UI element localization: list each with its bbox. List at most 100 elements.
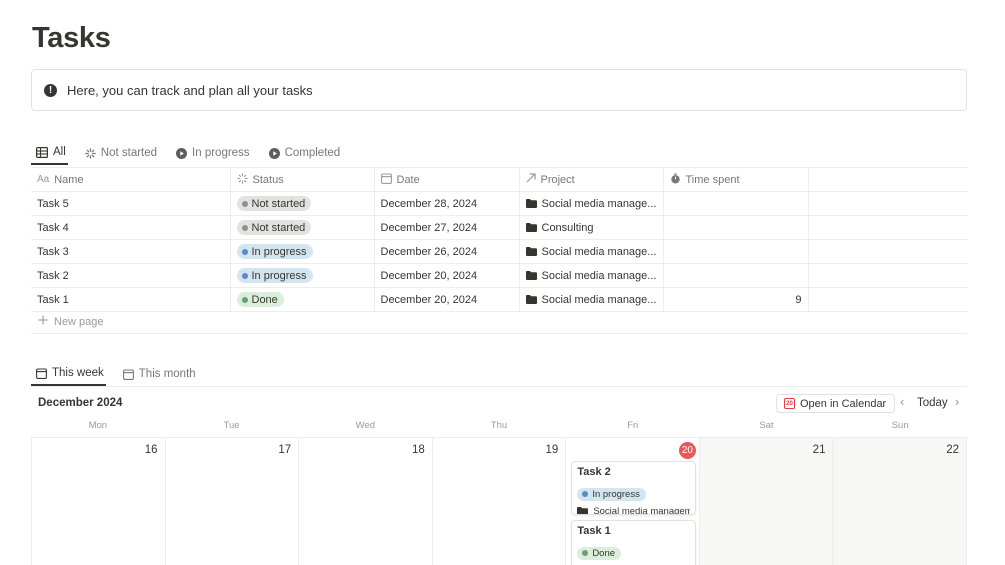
task-date: December 26, 2024 [380, 245, 478, 258]
event-title: Task 1 [577, 525, 611, 537]
calendar-icon [36, 367, 47, 379]
cell-empty [808, 191, 967, 216]
column-label: Project [540, 173, 575, 186]
column-header-add[interactable] [808, 167, 967, 192]
task-name: Task 1 [37, 293, 69, 306]
column-header-name[interactable]: Aa Name [31, 167, 231, 192]
cell-status[interactable]: In progress [230, 239, 375, 264]
calendar-icon: 20 [784, 398, 795, 409]
view-tab-label: All [53, 146, 66, 158]
weekday-label: Tue [223, 420, 240, 431]
cell-status[interactable]: In progress [230, 263, 375, 288]
view-tab-this-week[interactable]: This week [31, 362, 106, 386]
cell-time-spent[interactable] [663, 263, 809, 288]
cell-time-spent[interactable] [663, 191, 809, 216]
cell-date[interactable]: December 28, 2024 [374, 191, 520, 216]
project-relation: Social media manage... [525, 269, 657, 282]
calendar-day-cell[interactable]: 20 Task 2 In progress Social media manageme… [566, 438, 700, 565]
cell-date[interactable]: December 20, 2024 [374, 263, 520, 288]
cell-time-spent[interactable] [663, 239, 809, 264]
status-pill: Done [236, 292, 284, 307]
cell-status[interactable]: Not started [230, 191, 375, 216]
weekday-header: Mon Tue Wed Thu Fri Sat Sun [31, 420, 967, 431]
project-name: Social media manage... [541, 293, 657, 306]
divider [31, 386, 967, 387]
chevron-left-icon[interactable]: ‹ [900, 394, 904, 409]
tasks-table: Aa Name Status Date Project Time spent Ta… [31, 167, 967, 312]
cell-date[interactable]: December 27, 2024 [374, 215, 520, 240]
cell-status[interactable]: Not started [230, 215, 375, 240]
status-pill: In progress [236, 268, 313, 283]
loader-icon [84, 147, 96, 159]
chevron-right-icon[interactable]: › [955, 394, 959, 409]
exclamation-circle-icon: ! [44, 83, 57, 97]
column-header-date[interactable]: Date [374, 167, 520, 192]
cell-name[interactable]: Task 1 [31, 287, 231, 312]
view-tab-completed[interactable]: Completed [264, 141, 343, 165]
view-tab-this-month[interactable]: This month [118, 362, 198, 386]
view-tab-in-progress[interactable]: In progress [171, 141, 252, 165]
folder-icon [525, 199, 537, 208]
task-date: December 28, 2024 [380, 197, 478, 210]
column-header-time-spent[interactable]: Time spent [663, 167, 809, 192]
cell-name[interactable]: Task 2 [31, 263, 231, 288]
new-page-button[interactable]: New page [38, 315, 104, 328]
relation-arrow-icon [526, 173, 536, 186]
calendar-month-label: December 2024 [38, 397, 123, 409]
play-circle-icon [268, 147, 280, 159]
calendar-day-cell[interactable]: 21 [699, 438, 834, 565]
view-tab-not-started[interactable]: Not started [80, 141, 159, 165]
cell-name[interactable]: Task 4 [31, 215, 231, 240]
status-label: Not started [251, 221, 306, 234]
calendar-day-cell[interactable]: 22 [833, 438, 968, 565]
calendar-icon [380, 172, 392, 187]
view-tab-label: This month [138, 368, 196, 380]
cell-empty [808, 215, 967, 240]
view-tab-all[interactable]: All [31, 141, 68, 165]
open-in-calendar-label: Open in Calendar [800, 397, 887, 410]
project-name: Social media manage... [541, 269, 657, 282]
status-dot [582, 550, 589, 556]
open-in-calendar-button[interactable]: 20 Open in Calendar [776, 394, 896, 413]
calendar-event-card[interactable]: Task 1DoneSocial media managemen [571, 520, 697, 565]
calendar-day-cell[interactable]: 18 [299, 438, 433, 565]
table-row[interactable]: Task 2 In progress December 20, 2024 Social… [31, 263, 967, 288]
folder-icon [525, 223, 537, 232]
cell-empty [808, 239, 967, 264]
table-row[interactable]: Task 4 Not started December 27, 2024 Consul… [31, 215, 967, 240]
folder-icon [525, 247, 537, 256]
cell-name[interactable]: Task 3 [31, 239, 231, 264]
cell-time-spent[interactable] [663, 215, 809, 240]
table-row[interactable]: Task 1 Done December 20, 2024 Social media … [31, 287, 967, 312]
calendar-day-cell[interactable]: 16 [32, 438, 166, 565]
table-header-row: Aa Name Status Date Project Time spent [31, 167, 967, 192]
column-header-project[interactable]: Project [519, 167, 664, 192]
table-row[interactable]: Task 5 Not started December 28, 2024 Social… [31, 191, 967, 216]
divider [31, 333, 967, 334]
cell-date[interactable]: December 20, 2024 [374, 287, 520, 312]
weekday-label: Mon [88, 420, 108, 431]
cell-name[interactable]: Task 5 [31, 191, 231, 216]
cell-project[interactable]: Social media manage... [519, 287, 664, 312]
table-row[interactable]: Task 3 In progress December 26, 2024 Social… [31, 239, 967, 264]
cell-project[interactable]: Social media manage... [519, 239, 664, 264]
callout: ! Here, you can track and plan all your … [31, 69, 967, 111]
cell-time-spent[interactable]: 9 [663, 287, 809, 312]
calendar-day-cell[interactable]: 17 [166, 438, 300, 565]
cell-status[interactable]: Done [230, 287, 375, 312]
week-grid: 16 17 18 19 20 Task 2 In progress Social media … [31, 437, 968, 565]
today-button[interactable]: Today [917, 397, 948, 409]
column-header-status[interactable]: Status [230, 167, 375, 192]
cell-empty [808, 263, 967, 288]
view-tab-label: Completed [284, 147, 341, 159]
status-label: Done [592, 547, 616, 559]
calendar-event-card[interactable]: Task 2 In progress Social media managemen [571, 461, 697, 515]
cell-project[interactable]: Social media manage... [519, 191, 664, 216]
calendar-day-cell[interactable]: 19 [433, 438, 567, 565]
cell-project[interactable]: Consulting [519, 215, 664, 240]
status-label: In progress [251, 245, 307, 258]
cell-project[interactable]: Social media manage... [519, 263, 664, 288]
weekday-label: Sun [891, 420, 909, 431]
plus-icon [38, 315, 48, 328]
cell-date[interactable]: December 26, 2024 [374, 239, 520, 264]
